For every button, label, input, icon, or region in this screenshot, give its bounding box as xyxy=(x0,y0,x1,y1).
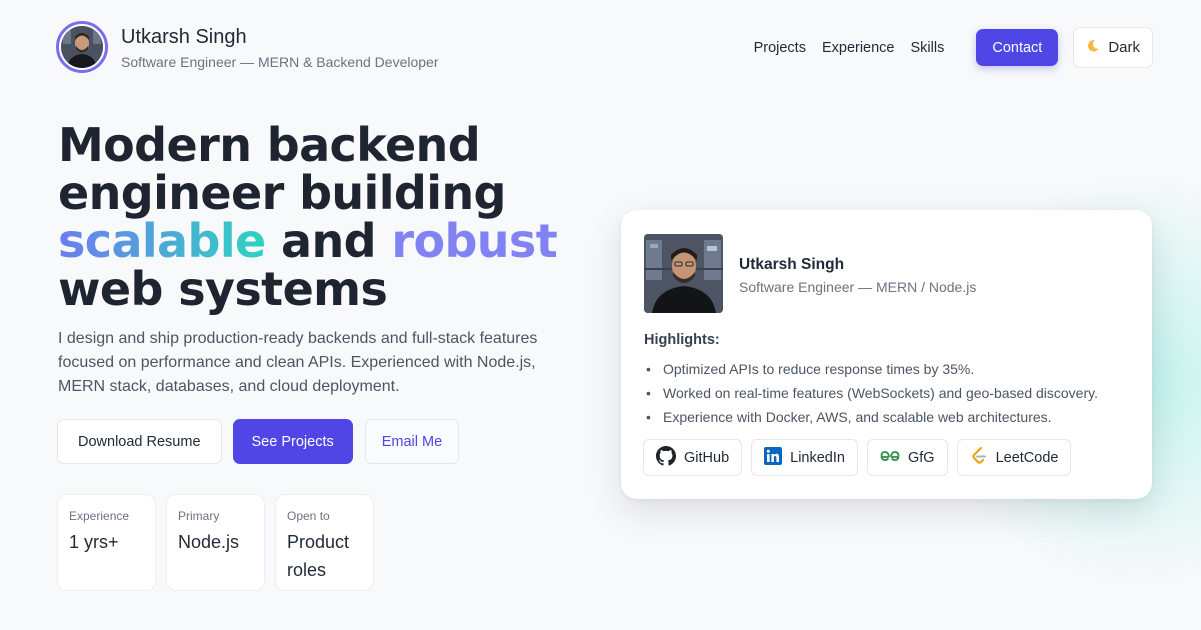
profile-card: Utkarsh Singh Software Engineer — MERN /… xyxy=(621,210,1152,499)
theme-toggle-label: Dark xyxy=(1108,39,1140,56)
brand-name: Utkarsh Singh xyxy=(121,25,247,48)
contact-button[interactable]: Contact xyxy=(976,29,1059,66)
nav-link-projects[interactable]: Projects xyxy=(754,40,806,56)
email-me-label: Email Me xyxy=(381,433,443,450)
brand-subtitle: Software Engineer — MERN & Backend Devel… xyxy=(121,53,439,70)
gfg-icon xyxy=(880,449,908,467)
top-nav: Projects Experience Skills Contact Dark xyxy=(754,27,1153,68)
stat-label: Primary xyxy=(178,509,220,523)
profile-photo xyxy=(644,234,723,313)
hero-line-4: web systems xyxy=(58,262,388,316)
gfg-link[interactable]: GfG xyxy=(866,439,948,476)
highlights-title: Highlights: xyxy=(644,332,720,348)
stat-label: Experience xyxy=(69,509,130,523)
brand[interactable]: Utkarsh Singh Software Engineer — MERN &… xyxy=(56,21,438,73)
stat-card-open-to: Open to Product roles xyxy=(275,494,374,591)
leetcode-icon xyxy=(970,446,996,470)
list-item: Worked on real-time features (WebSockets… xyxy=(644,381,1098,405)
highlights-list: Optimized APIs to reduce response times … xyxy=(644,357,1098,429)
nav-link-skills[interactable]: Skills xyxy=(911,40,945,56)
hero-description: I design and ship production-ready backe… xyxy=(58,330,538,395)
theme-toggle-button[interactable]: Dark xyxy=(1073,27,1153,68)
stat-value: Node.js xyxy=(178,532,240,552)
see-projects-label: See Projects xyxy=(251,433,334,450)
hero-line-2: engineer building xyxy=(58,166,506,220)
hero-highlight-robust: robust xyxy=(391,214,558,268)
hero-title: Modern backend engineer building scalabl… xyxy=(58,121,618,313)
github-label: GitHub xyxy=(684,449,730,466)
see-projects-button[interactable]: See Projects xyxy=(232,419,353,464)
stat-card-primary: Primary Node.js xyxy=(166,494,265,591)
email-me-button[interactable]: Email Me xyxy=(364,419,460,464)
list-item: Experience with Docker, AWS, and scalabl… xyxy=(644,405,1098,429)
card-role: Software Engineer — MERN / Node.js xyxy=(739,279,977,295)
hero-line-1: Modern backend xyxy=(58,118,481,172)
download-resume-button[interactable]: Download Resume xyxy=(57,419,222,464)
hero-highlight-scalable: scalable xyxy=(58,214,266,268)
stat-card-experience: Experience 1 yrs+ xyxy=(57,494,156,591)
contact-button-label: Contact xyxy=(992,39,1043,56)
portfolio-page: Utkarsh Singh Software Engineer — MERN &… xyxy=(0,0,1201,630)
moon-icon xyxy=(1086,39,1100,57)
leetcode-label: LeetCode xyxy=(995,449,1059,466)
card-name: Utkarsh Singh xyxy=(739,256,845,273)
linkedin-label: LinkedIn xyxy=(790,449,845,466)
list-item: Optimized APIs to reduce response times … xyxy=(644,357,1098,381)
stats-row: Experience 1 yrs+ Primary Node.js Open t… xyxy=(57,494,384,591)
stat-label: Open to xyxy=(287,509,330,523)
stat-value: Product roles xyxy=(287,532,350,580)
linkedin-icon xyxy=(764,446,790,469)
avatar xyxy=(56,21,108,73)
linkedin-link[interactable]: LinkedIn xyxy=(751,439,858,476)
hero-word-and: and xyxy=(281,214,377,268)
github-icon xyxy=(656,445,684,470)
social-links: GitHub LinkedIn GfG LeetCode xyxy=(643,439,1080,476)
gfg-label: GfG xyxy=(907,449,935,466)
nav-link-experience[interactable]: Experience xyxy=(822,40,895,56)
stat-value: 1 yrs+ xyxy=(69,532,119,552)
hero-actions: Download Resume See Projects Email Me xyxy=(57,419,460,464)
github-link[interactable]: GitHub xyxy=(643,439,743,476)
download-resume-label: Download Resume xyxy=(78,433,201,450)
avatar-photo xyxy=(61,26,103,68)
leetcode-link[interactable]: LeetCode xyxy=(956,439,1072,476)
